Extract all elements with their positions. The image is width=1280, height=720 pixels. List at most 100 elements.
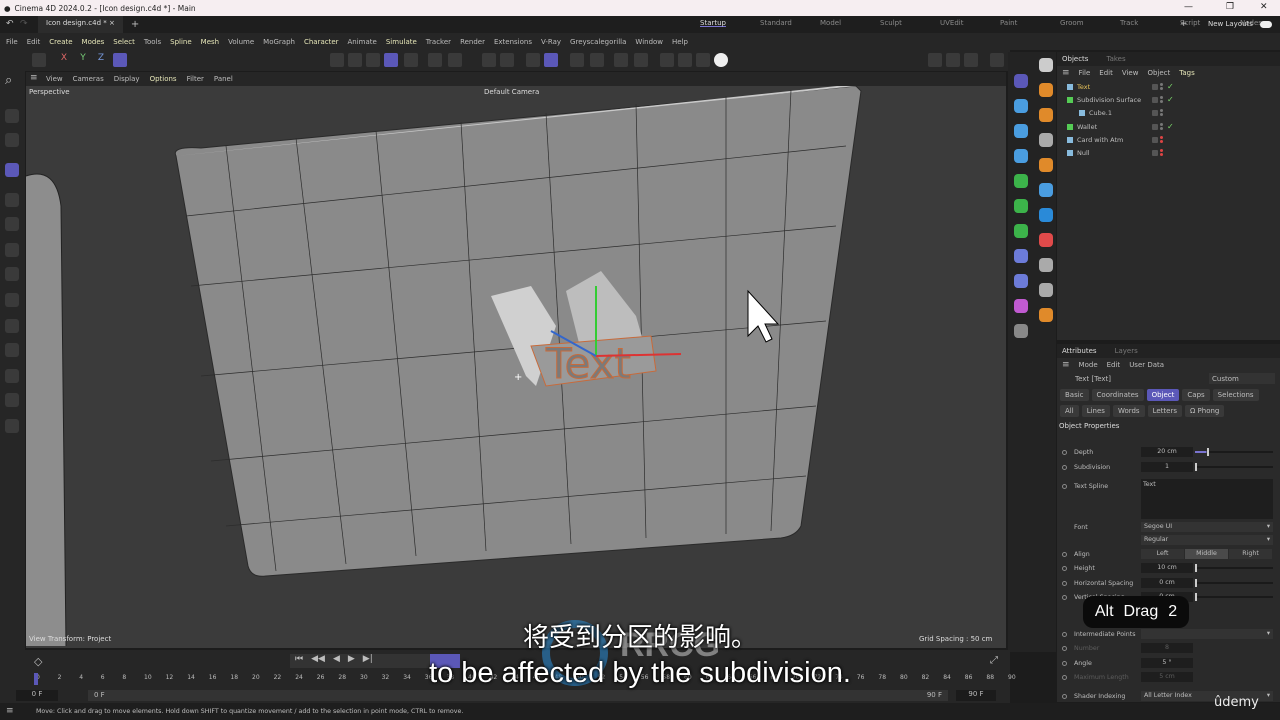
menu-volume[interactable]: Volume <box>228 38 254 46</box>
height-field[interactable]: 10 cm <box>1141 563 1193 573</box>
archive-icon[interactable] <box>32 53 46 67</box>
keyframe-toggle-icon[interactable] <box>1062 693 1067 699</box>
keyframe-toggle-icon[interactable] <box>1062 464 1067 470</box>
keyframe-toggle-icon[interactable] <box>1062 449 1067 455</box>
menu-extensions[interactable]: Extensions <box>494 38 532 46</box>
layout-tab-paint[interactable]: Paint <box>1000 19 1060 27</box>
right-palette-icon[interactable] <box>1039 308 1053 322</box>
right-palette-icon[interactable] <box>1014 149 1028 163</box>
add-tab-button[interactable]: + <box>131 19 139 30</box>
subdivision-slider[interactable] <box>1195 463 1273 471</box>
hspacing-field[interactable]: 0 cm <box>1141 578 1193 588</box>
enabled-check-icon[interactable]: ✓ <box>1167 122 1174 131</box>
align-right[interactable]: Right <box>1229 549 1272 559</box>
toolbar-tool-icon[interactable] <box>366 53 380 67</box>
attr-menu-user-data[interactable]: User Data <box>1129 361 1164 369</box>
right-palette-icon[interactable] <box>1014 99 1028 113</box>
layout-tab-standard[interactable]: Standard <box>760 19 820 27</box>
toolbar-tool-icon[interactable] <box>526 53 540 67</box>
attr-tab-basic[interactable]: Basic <box>1060 389 1089 401</box>
attr-tab-caps[interactable]: Caps <box>1182 389 1210 401</box>
preset-dropdown[interactable]: Custom <box>1209 373 1275 384</box>
layout-tab-model[interactable]: Model <box>820 19 880 27</box>
left-tool-icon[interactable] <box>5 217 19 231</box>
attr-tab-all[interactable]: All <box>1060 405 1079 417</box>
left-tool-icon[interactable] <box>5 293 19 307</box>
right-palette-icon[interactable] <box>1039 233 1053 247</box>
layout-tab-uvedit[interactable]: UVEdit <box>940 19 1000 27</box>
layout-tab-track[interactable]: Track <box>1120 19 1180 27</box>
x-axis-lock[interactable]: X <box>57 53 71 67</box>
toolbar-tool-icon[interactable] <box>660 53 674 67</box>
align-middle[interactable]: Middle <box>1185 549 1228 559</box>
keyframe-toggle-icon[interactable] <box>1062 580 1067 586</box>
left-tool-icon[interactable] <box>5 369 19 383</box>
viewport-menu-filter[interactable]: Filter <box>187 75 204 83</box>
right-palette-icon[interactable] <box>1014 174 1028 188</box>
toolbar-tool-icon[interactable] <box>614 53 628 67</box>
menu-mograph[interactable]: MoGraph <box>263 38 295 46</box>
redo-icon[interactable]: ↷ <box>20 19 28 29</box>
undo-icon[interactable]: ↶ <box>6 19 14 29</box>
menu-window[interactable]: Window <box>635 38 663 46</box>
menu-greyscalegorilla[interactable]: Greyscalegorilla <box>570 38 626 46</box>
camera-label[interactable]: Default Camera <box>484 88 539 96</box>
menu-tools[interactable]: Tools <box>144 38 161 46</box>
left-tool-icon[interactable] <box>5 343 19 357</box>
viewport-menu-panel[interactable]: Panel <box>214 75 233 83</box>
hamburger-icon[interactable]: ≡ <box>6 703 14 720</box>
edit-toggle-icon[interactable] <box>1152 83 1158 90</box>
menu-file[interactable]: File <box>6 38 18 46</box>
close-button[interactable]: ✕ <box>1260 2 1268 12</box>
z-axis-lock[interactable]: Z <box>94 53 108 67</box>
attr-tab-letters[interactable]: Letters <box>1147 405 1182 417</box>
right-palette-icon[interactable] <box>1014 274 1028 288</box>
tab-layers[interactable]: Layers <box>1115 347 1138 355</box>
toolbar-tool-icon[interactable] <box>964 53 978 67</box>
right-palette-icon[interactable] <box>1039 83 1053 97</box>
right-palette-icon[interactable] <box>1039 183 1053 197</box>
menu-v-ray[interactable]: V-Ray <box>541 38 561 46</box>
viewport-menu-view[interactable]: View <box>46 75 63 83</box>
right-palette-icon[interactable] <box>1039 158 1053 172</box>
menu-simulate[interactable]: Simulate <box>386 38 417 46</box>
obj-menu-file[interactable]: File <box>1079 69 1091 77</box>
left-tool-icon[interactable] <box>5 419 19 433</box>
right-palette-icon[interactable] <box>1039 258 1053 272</box>
tab-takes[interactable]: Takes <box>1106 55 1125 63</box>
search-icon[interactable]: ⌕ <box>5 73 12 88</box>
menu-help[interactable]: Help <box>672 38 688 46</box>
toolbar-tool-icon[interactable] <box>678 53 692 67</box>
object-row[interactable]: Null <box>1057 146 1280 159</box>
right-palette-icon[interactable] <box>1039 283 1053 297</box>
menu-create[interactable]: Create <box>49 38 72 46</box>
menu-select[interactable]: Select <box>113 38 135 46</box>
edit-toggle-icon[interactable] <box>1152 96 1158 103</box>
toolbar-tool-icon[interactable] <box>590 53 604 67</box>
font-family-dropdown[interactable]: Segoe UI <box>1141 522 1273 532</box>
right-palette-icon[interactable] <box>1039 108 1053 122</box>
obj-menu-tags[interactable]: Tags <box>1179 69 1195 77</box>
keyframe-toggle-icon[interactable] <box>1062 483 1067 489</box>
right-palette-icon[interactable] <box>1014 324 1028 338</box>
visibility-dots[interactable] <box>1160 149 1163 157</box>
toolbar-tool-icon[interactable] <box>348 53 362 67</box>
left-tool-icon[interactable] <box>5 393 19 407</box>
restore-button[interactable]: ❐ <box>1226 2 1234 12</box>
layout-tab-groom[interactable]: Groom <box>1060 19 1120 27</box>
toolbar-tool-icon[interactable] <box>714 53 728 67</box>
right-palette-icon[interactable] <box>1014 299 1028 313</box>
tab-close-icon[interactable]: × <box>109 19 115 27</box>
left-tool-icon[interactable] <box>5 163 19 177</box>
viewport-perspective[interactable]: Text + Perspective Default Camera View T… <box>26 86 1006 648</box>
tab-icon-design[interactable]: Icon design.c4d * × <box>38 16 123 33</box>
right-palette-icon[interactable] <box>1039 208 1053 222</box>
tab-objects[interactable]: Objects <box>1062 55 1088 63</box>
depth-field[interactable]: 20 cm <box>1141 447 1193 457</box>
edit-toggle-icon[interactable] <box>1152 150 1158 157</box>
layout-tab-startup[interactable]: Startup <box>700 19 760 27</box>
attr-menu-mode[interactable]: Mode <box>1079 361 1098 369</box>
right-palette-icon[interactable] <box>1039 133 1053 147</box>
toolbar-tool-icon[interactable] <box>330 53 344 67</box>
enabled-check-icon[interactable]: ✓ <box>1167 95 1174 104</box>
